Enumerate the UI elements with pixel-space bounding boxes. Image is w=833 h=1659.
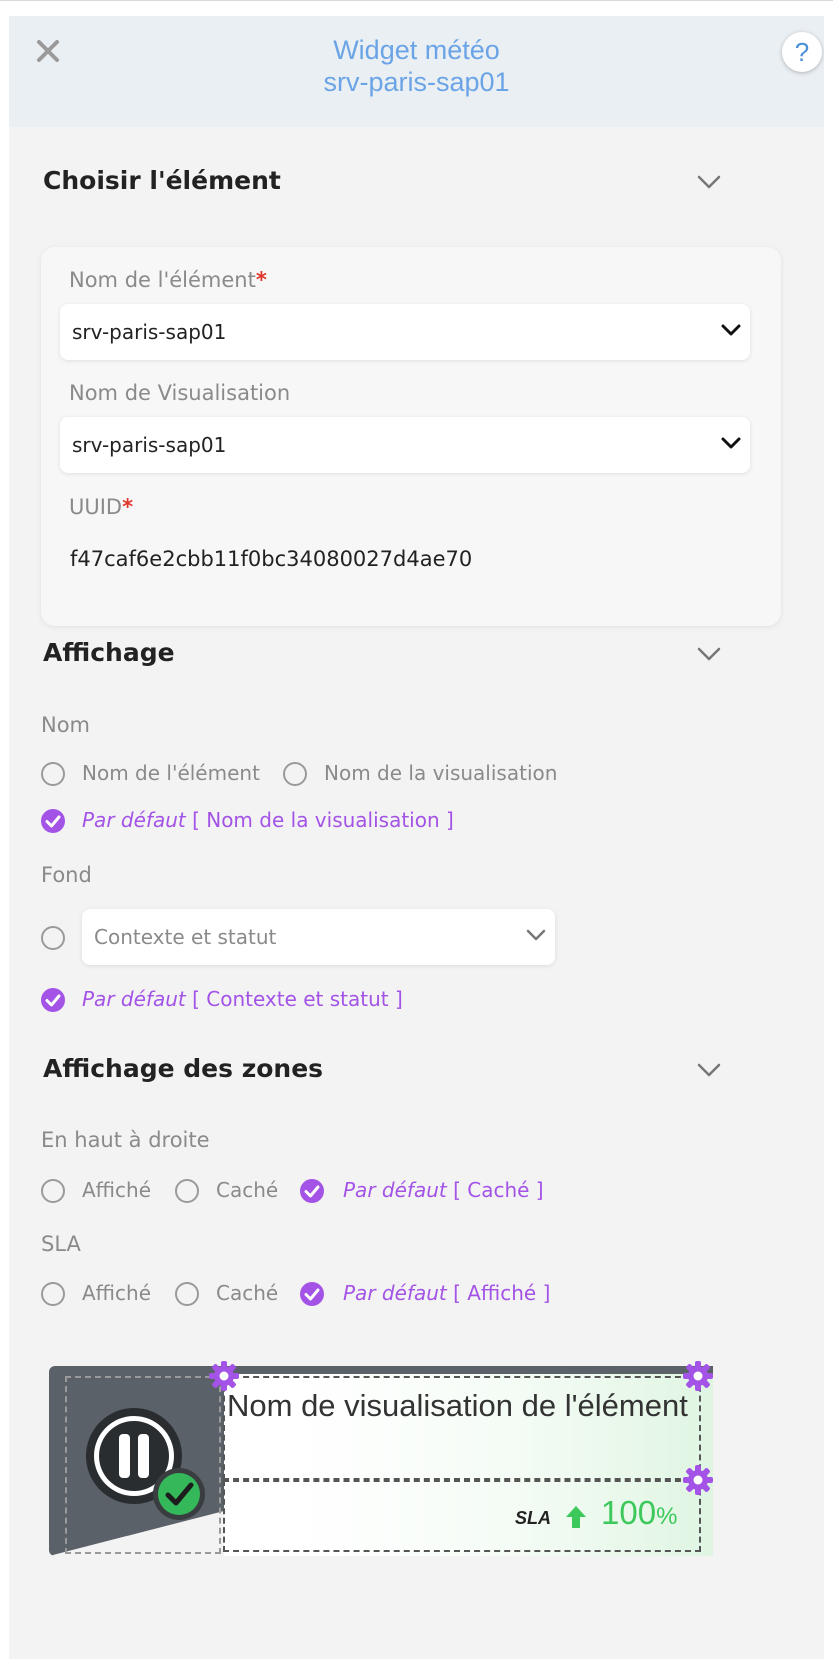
default-background-check[interactable] bbox=[40, 987, 66, 1013]
default-prefix: Par défaut bbox=[82, 987, 186, 1011]
radio-visualisation-name[interactable] bbox=[283, 762, 307, 786]
window-top-border bbox=[0, 0, 833, 8]
element-name-value: srv-paris-sap01 bbox=[72, 320, 227, 344]
section-title-display: Affichage bbox=[43, 638, 175, 667]
required-marker: * bbox=[122, 495, 134, 519]
uuid-label: UUID* bbox=[69, 495, 133, 519]
element-name-select[interactable]: srv-paris-sap01 bbox=[60, 304, 750, 360]
collapse-display-section-button[interactable] bbox=[696, 646, 722, 662]
name-option-label: Nom bbox=[41, 713, 91, 737]
check-circle-icon bbox=[41, 988, 65, 1012]
radio-background-custom[interactable] bbox=[41, 926, 65, 950]
gear-icon-shape bbox=[683, 1361, 713, 1391]
collapse-zones-section-button[interactable] bbox=[696, 1062, 722, 1078]
radio-top-right-shown[interactable] bbox=[41, 1179, 65, 1203]
chevron-down-icon bbox=[721, 437, 741, 449]
top-right-zone-label: En haut à droite bbox=[41, 1128, 210, 1152]
uuid-value: f47caf6e2cbb11f0bc34080027d4ae70 bbox=[70, 547, 473, 571]
gear-icon-shape bbox=[683, 1465, 713, 1495]
check-circle-icon bbox=[41, 809, 65, 833]
widget-preview: Nom de visualisation de l'élément SLA 10… bbox=[49, 1361, 715, 1558]
sla-zone-label: SLA bbox=[41, 1232, 81, 1256]
default-background-option[interactable]: Par défaut [ Contexte et statut ] bbox=[82, 987, 403, 1011]
default-prefix: Par défaut bbox=[82, 808, 186, 832]
gear-icon[interactable] bbox=[681, 1359, 715, 1393]
default-sla-option[interactable]: Par défaut [ Affiché ] bbox=[343, 1281, 550, 1305]
panel-title: Widget météo srv-paris-sap01 bbox=[9, 34, 824, 98]
visualisation-name-label: Nom de Visualisation bbox=[69, 381, 291, 405]
default-top-right-check[interactable] bbox=[299, 1178, 325, 1204]
chevron-down-icon bbox=[721, 324, 741, 336]
element-name-label: Nom de l'élément* bbox=[69, 268, 267, 292]
panel-title-line2: srv-paris-sap01 bbox=[323, 67, 510, 97]
radio-element-name-label[interactable]: Nom de l'élément bbox=[82, 761, 260, 785]
default-name-check[interactable] bbox=[40, 808, 66, 834]
check-circle-icon bbox=[300, 1179, 324, 1203]
help-button[interactable]: ? bbox=[782, 32, 822, 72]
radio-sla-shown[interactable] bbox=[41, 1282, 65, 1306]
gear-icon[interactable] bbox=[681, 1463, 715, 1497]
collapse-element-section-button[interactable] bbox=[696, 174, 722, 190]
arrow-up-icon bbox=[566, 1506, 586, 1528]
visualisation-name-select[interactable]: srv-paris-sap01 bbox=[60, 417, 750, 473]
widget-settings-panel: Widget météo srv-paris-sap01 ? Choisir l… bbox=[9, 16, 824, 1659]
gear-icon[interactable] bbox=[207, 1359, 241, 1393]
preview-top-bar bbox=[219, 1366, 713, 1374]
radio-top-right-hidden-label[interactable]: Caché bbox=[216, 1178, 278, 1202]
radio-top-right-shown-label[interactable]: Affiché bbox=[82, 1178, 151, 1202]
radio-element-name[interactable] bbox=[41, 762, 65, 786]
preview-sla-number: 100 bbox=[601, 1494, 657, 1531]
radio-sla-hidden-label[interactable]: Caché bbox=[216, 1281, 278, 1305]
chevron-down-icon bbox=[526, 929, 546, 941]
required-marker: * bbox=[255, 268, 267, 292]
background-option-label: Fond bbox=[41, 863, 92, 887]
default-name-value: [ Nom de la visualisation ] bbox=[192, 808, 454, 832]
check-circle-icon bbox=[300, 1282, 324, 1306]
preview-name: Nom de visualisation de l'élément bbox=[227, 1388, 688, 1423]
default-sla-value: [ Affiché ] bbox=[453, 1281, 551, 1305]
section-title-zones: Affichage des zones bbox=[43, 1054, 324, 1083]
default-top-right-option[interactable]: Par défaut [ Caché ] bbox=[343, 1178, 544, 1202]
default-background-value: [ Contexte et statut ] bbox=[192, 987, 403, 1011]
visualisation-name-value: srv-paris-sap01 bbox=[72, 433, 227, 457]
background-select[interactable]: Contexte et statut bbox=[82, 909, 555, 965]
default-prefix: Par défaut bbox=[343, 1281, 447, 1305]
radio-top-right-hidden[interactable] bbox=[175, 1179, 199, 1203]
panel-header: Widget météo srv-paris-sap01 ? bbox=[9, 16, 824, 127]
chevron-down-icon bbox=[697, 647, 721, 661]
default-name-option[interactable]: Par défaut [ Nom de la visualisation ] bbox=[82, 808, 454, 832]
chevron-down-icon bbox=[697, 175, 721, 189]
preview-sla-unit: % bbox=[656, 1503, 678, 1530]
default-sla-check[interactable] bbox=[299, 1281, 325, 1307]
gear-icon-shape bbox=[209, 1361, 239, 1391]
section-title-element: Choisir l'élément bbox=[43, 166, 281, 195]
icon-zone-outline bbox=[65, 1376, 221, 1554]
preview-sla-value: 100% bbox=[601, 1494, 677, 1532]
uuid-label-text: UUID bbox=[69, 495, 123, 519]
radio-visualisation-name-label[interactable]: Nom de la visualisation bbox=[324, 761, 557, 785]
preview-sla-label: SLA bbox=[515, 1508, 551, 1528]
chevron-down-icon bbox=[697, 1063, 721, 1077]
panel-title-line1: Widget météo bbox=[333, 35, 500, 65]
element-name-label-text: Nom de l'élément bbox=[69, 268, 256, 292]
default-top-right-value: [ Caché ] bbox=[453, 1178, 544, 1202]
help-icon: ? bbox=[794, 37, 810, 67]
default-prefix: Par défaut bbox=[343, 1178, 447, 1202]
radio-sla-shown-label[interactable]: Affiché bbox=[82, 1281, 151, 1305]
background-select-value: Contexte et statut bbox=[94, 925, 277, 949]
radio-sla-hidden[interactable] bbox=[175, 1282, 199, 1306]
